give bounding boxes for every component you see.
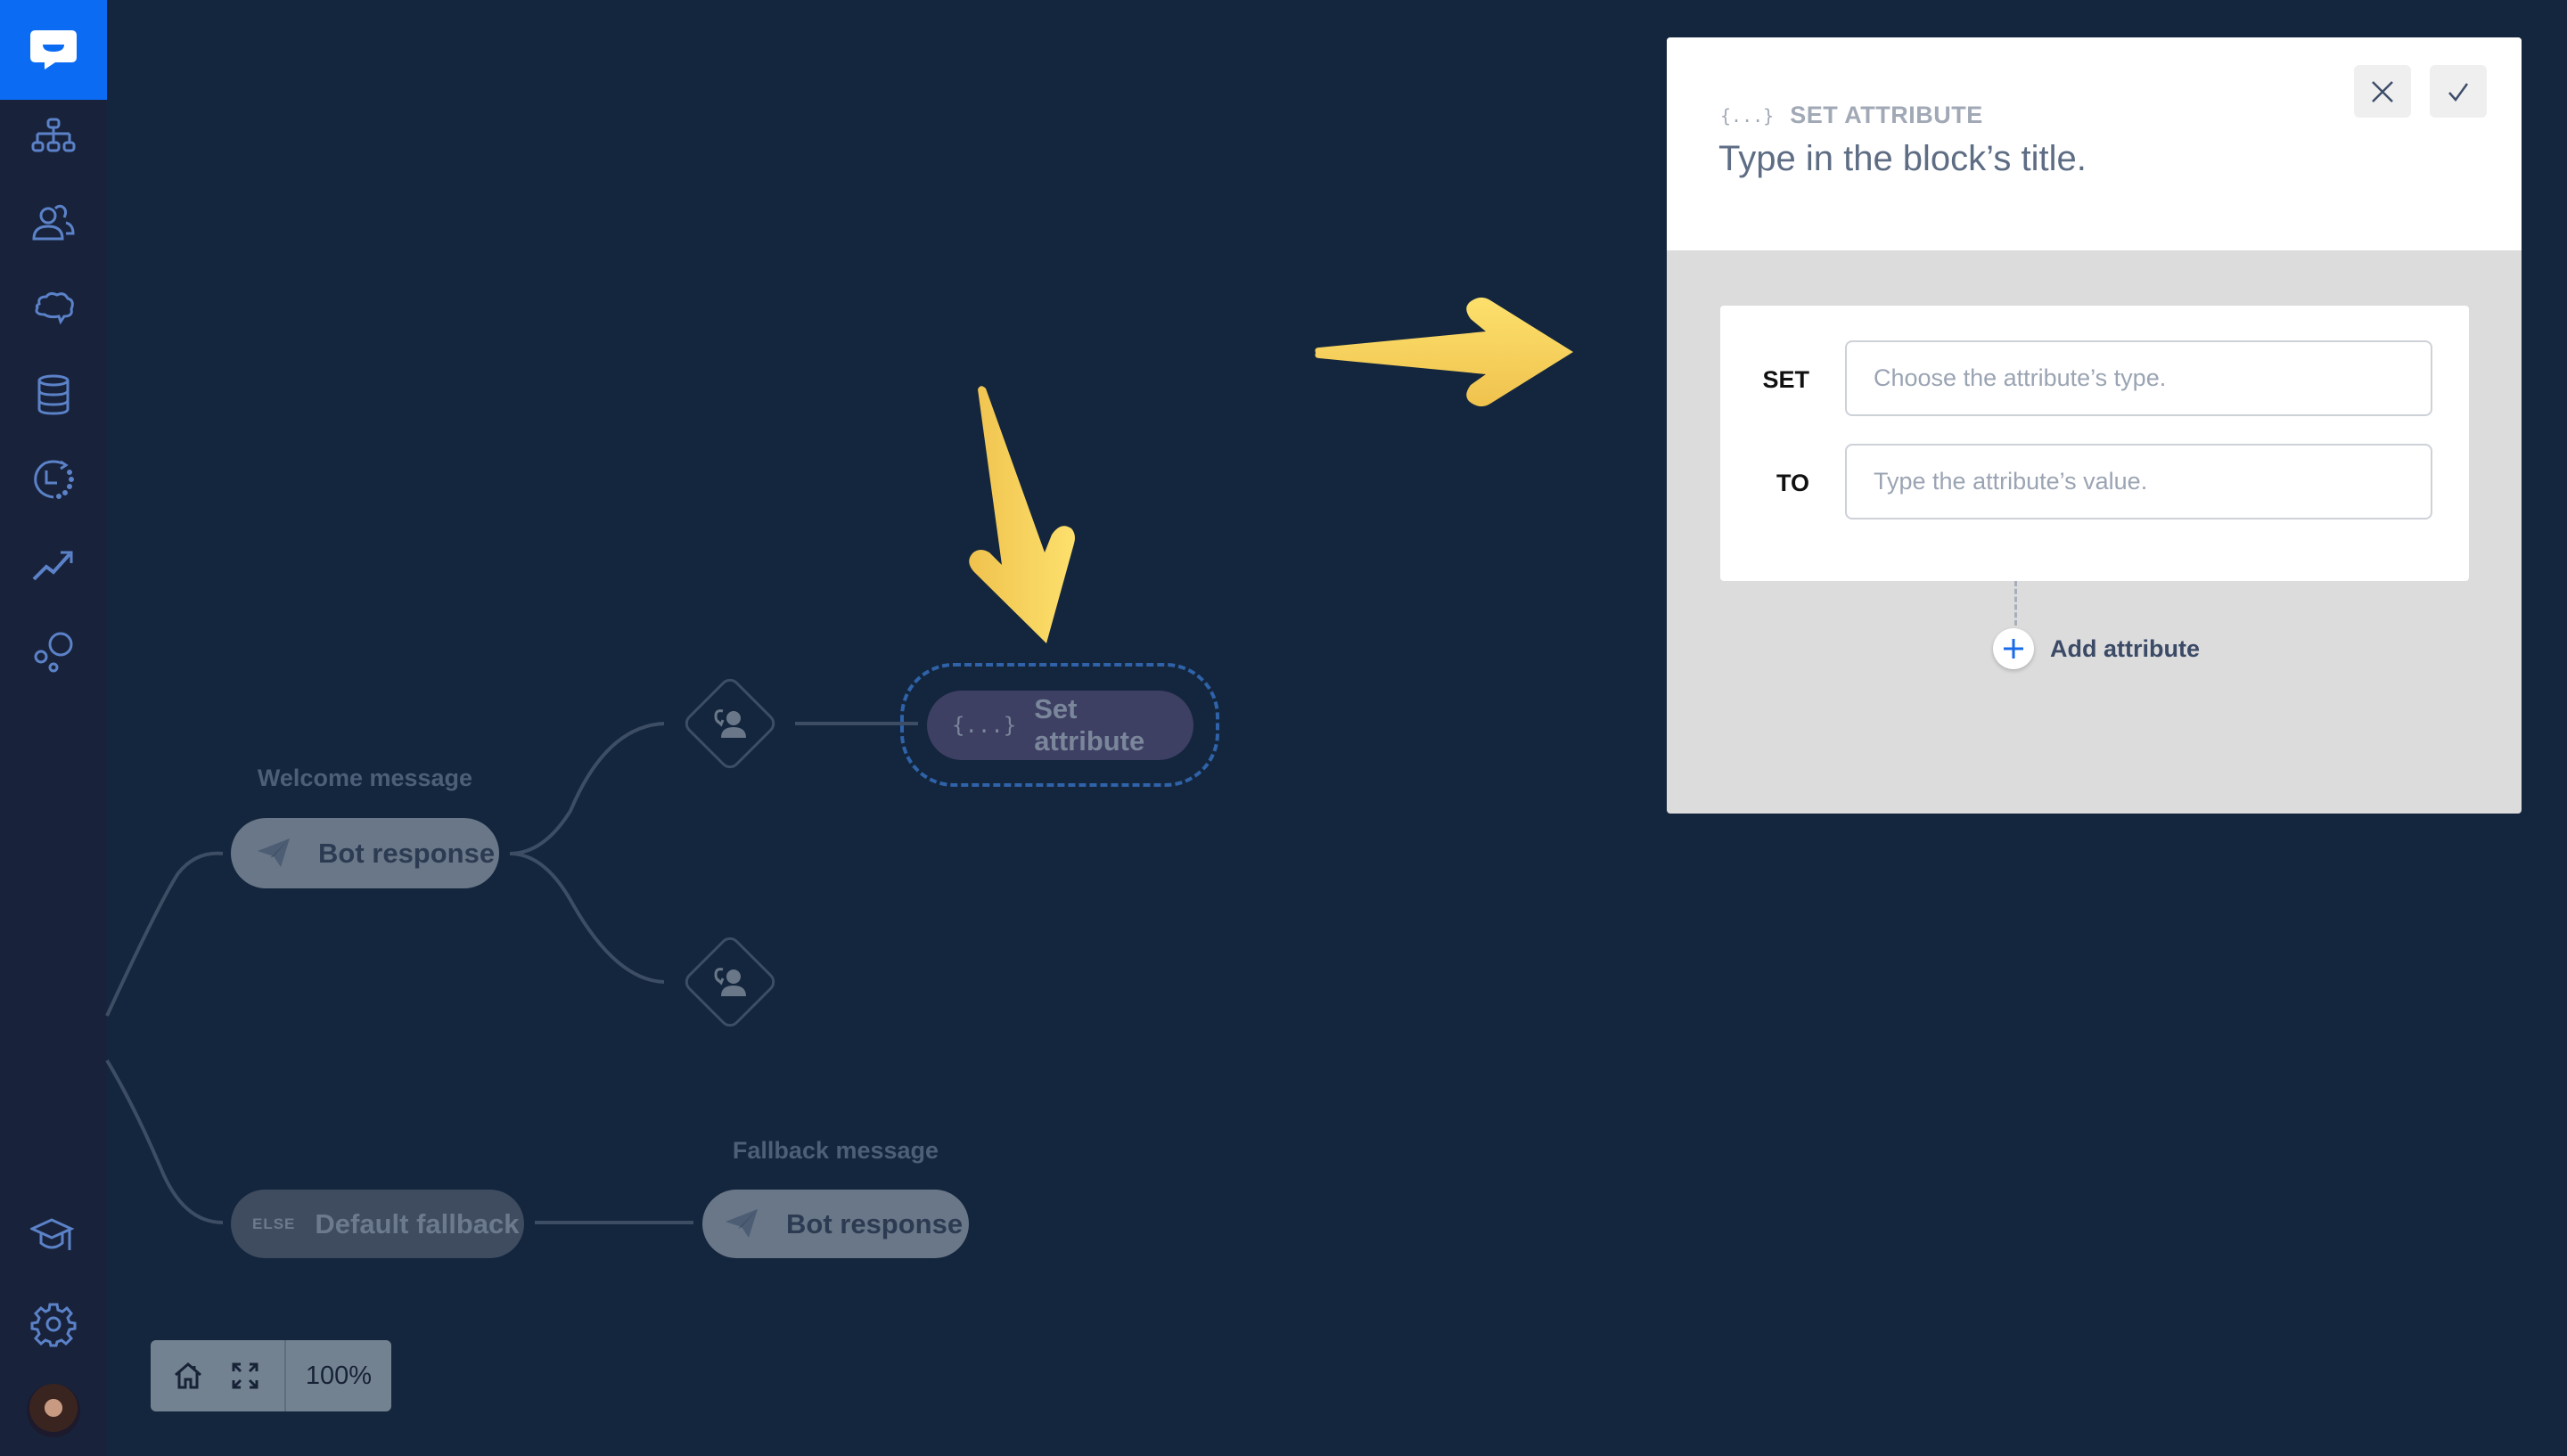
zoom-control: 100% <box>151 1340 391 1411</box>
attribute-value-input[interactable] <box>1845 444 2432 519</box>
attribute-card: SET TO <box>1720 306 2469 581</box>
home-button[interactable] <box>160 1340 217 1411</box>
zoom-level[interactable]: 100% <box>286 1362 391 1391</box>
block-title-input[interactable] <box>1718 139 2342 179</box>
connector-root-welcome <box>105 851 224 1017</box>
attribute-type-input[interactable] <box>1845 340 2432 416</box>
connector-welcome-diamond1 <box>509 722 665 855</box>
node-title: Bot response <box>786 1207 964 1239</box>
confirm-button[interactable] <box>2430 65 2487 118</box>
dashed-connector <box>2014 581 2017 626</box>
block-type-label: SET ATTRIBUTE <box>1790 102 1983 128</box>
node-title: Bot response <box>318 837 496 869</box>
set-attribute-panel: {...} SET ATTRIBUTE SET TO Add attribute <box>1667 37 2522 814</box>
home-icon <box>175 1362 201 1389</box>
send-icon <box>258 838 290 867</box>
fit-screen-button[interactable] <box>217 1340 274 1411</box>
panel-header: {...} SET ATTRIBUTE <box>1667 37 2522 250</box>
send-icon <box>726 1208 758 1238</box>
fallback-message-label: Fallback message <box>732 1137 939 1164</box>
node-title: Set attribute <box>1034 693 1145 757</box>
user-input-icon <box>714 709 746 738</box>
plus-circle <box>1993 628 2034 669</box>
plus-icon <box>2004 639 2023 658</box>
close-button[interactable] <box>2354 65 2411 118</box>
set-label: SET <box>1762 366 1809 393</box>
fit-screen-icon <box>232 1362 258 1389</box>
to-label: TO <box>1776 470 1809 496</box>
fallback-bot-response-node[interactable]: Bot response <box>702 1190 969 1258</box>
check-icon <box>2448 82 2469 102</box>
else-tag: ELSE <box>252 1215 296 1232</box>
connector-welcome-diamond2 <box>509 852 665 984</box>
add-attribute-button[interactable]: Add attribute <box>1993 628 2200 669</box>
close-icon <box>2372 80 2393 102</box>
default-fallback-node[interactable]: ELSE Default fallback <box>231 1190 524 1258</box>
braces-icon: {...} <box>1720 104 1775 127</box>
welcome-bot-response-node[interactable]: Bot response <box>231 818 499 888</box>
node-title: Default fallback <box>315 1207 520 1239</box>
set-attribute-node[interactable]: {...} Set attribute <box>927 691 1193 760</box>
connector-root-fallback <box>105 1059 224 1224</box>
block-type: {...} SET ATTRIBUTE <box>1720 102 1983 129</box>
add-attribute-label: Add attribute <box>2050 634 2200 662</box>
user-input-icon <box>714 968 746 996</box>
braces-icon: {...} <box>952 713 1017 738</box>
welcome-message-label: Welcome message <box>257 765 473 791</box>
